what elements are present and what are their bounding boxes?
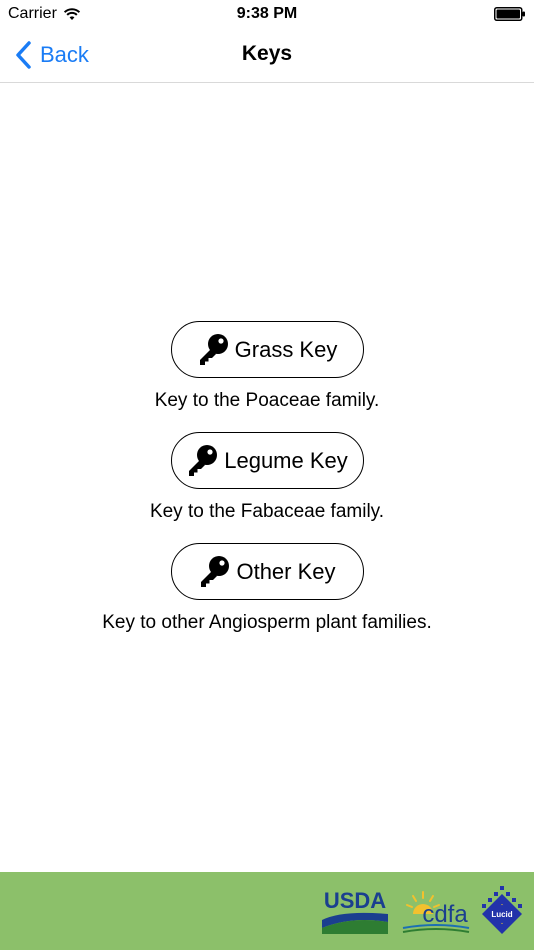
- grass-key-description: Key to the Poaceae family.: [154, 390, 380, 411]
- grass-key-label: Grass Key: [234, 336, 338, 362]
- other-key-label: Other Key: [236, 558, 336, 584]
- key-block-grass: Grass Key Key to the Poaceae family.: [0, 321, 534, 412]
- footer-logo-bar: USDA cdfa Lucid: [0, 872, 534, 950]
- navigation-bar: Back Keys: [0, 28, 534, 83]
- battery-icon: [494, 7, 525, 21]
- key-icon: [199, 333, 228, 365]
- status-bar: Carrier 9:38 PM: [0, 0, 534, 28]
- cdfa-logo: cdfa: [402, 891, 470, 933]
- other-key-description: Key to other Angiosperm plant families.: [102, 612, 432, 633]
- lucid-logo-text: Lucid: [491, 910, 512, 919]
- other-key-button[interactable]: Other Key: [170, 543, 364, 600]
- key-block-legume: Legume Key Key to the Fabaceae family.: [0, 432, 534, 523]
- usda-logo-text: USDA: [324, 888, 386, 913]
- lucid-logo: Lucid: [482, 886, 522, 934]
- legume-key-button[interactable]: Legume Key: [170, 432, 364, 489]
- usda-logo: USDA: [322, 888, 388, 934]
- cdfa-logo-text: cdfa: [422, 901, 468, 928]
- legume-key-description: Key to the Fabaceae family.: [149, 501, 385, 522]
- key-icon: [201, 555, 230, 587]
- grass-key-button[interactable]: Grass Key: [170, 321, 364, 378]
- key-block-other: Other Key Key to other Angiosperm plant …: [0, 543, 534, 634]
- page-title: Keys: [241, 42, 293, 65]
- legume-key-label: Legume Key: [224, 447, 348, 473]
- status-time: 9:38 PM: [236, 5, 298, 22]
- key-icon: [189, 444, 218, 476]
